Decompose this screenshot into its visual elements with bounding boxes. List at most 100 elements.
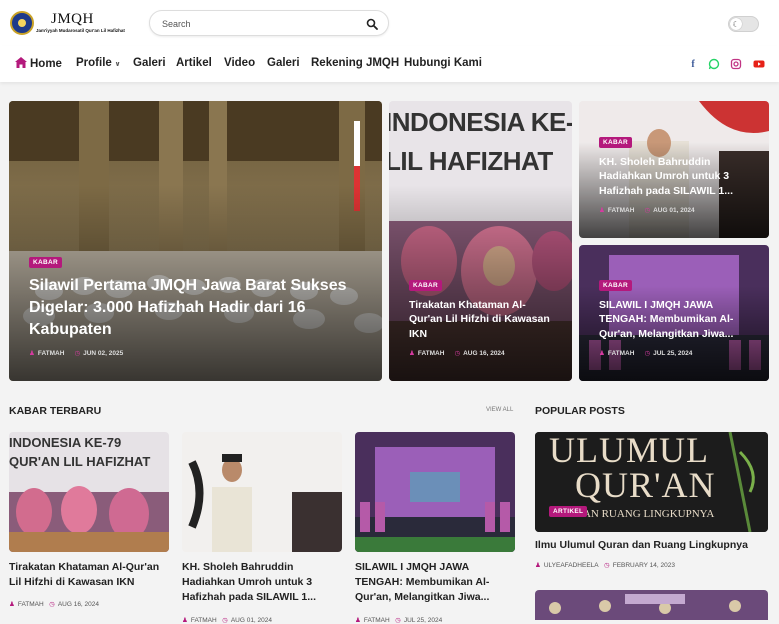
clock-icon: ◷ — [644, 207, 651, 214]
card-title[interactable]: KH. Sholeh Bahruddin Hadiahkan Umroh unt… — [182, 560, 342, 606]
post-author[interactable]: FATMAH — [608, 350, 635, 357]
category-badge[interactable]: KABAR — [409, 279, 442, 291]
hero-card-3-text: KABAR KH. Sholeh Bahruddin Hadiahkan Umr… — [599, 131, 755, 214]
popular-image-next — [535, 590, 768, 620]
post-date: AUG 16, 2024 — [463, 350, 505, 357]
clock-icon: ◷ — [644, 350, 651, 357]
post-date: JUL 25, 2024 — [653, 350, 693, 357]
hero-card-4-title[interactable]: SILAWIL I JMQH JAWA TENGAH: Membumikan A… — [599, 298, 755, 341]
post-author[interactable]: FATMAH — [191, 617, 217, 624]
popular-post[interactable]: ULUMUL QUR'AN DAN RUANG LINGKUPNYA ARTIK… — [535, 432, 768, 569]
user-icon: ♟ — [355, 616, 361, 624]
hero-main-card[interactable]: KABAR Silawil Pertama JMQH Jawa Barat Su… — [9, 101, 382, 381]
card-thumbnail[interactable] — [182, 432, 342, 552]
popular-thumbnail[interactable]: ULUMUL QUR'AN DAN RUANG LINGKUPNYA ARTIK… — [535, 432, 768, 532]
logo-title: JMQH — [51, 11, 94, 27]
facebook-icon[interactable]: f — [687, 58, 699, 70]
post-meta: ♟ FATMAH ◷ AUG 01, 2024 — [599, 206, 755, 214]
post-meta: ♟ FATMAH ◷ AUG 16, 2024 — [9, 600, 169, 608]
post-meta: ♟ FATMAH ◷ JUN 02, 2025 — [29, 349, 368, 357]
nav-item-galeri-2[interactable]: Galeri — [267, 57, 300, 69]
category-badge[interactable]: KABAR — [599, 136, 632, 148]
nav-item-rekening[interactable]: Rekening JMQH — [311, 57, 399, 69]
nav-item-label: Galeri — [133, 57, 166, 69]
user-icon: ♟ — [182, 616, 188, 624]
post-meta: ♟ ULYEAFADHEELA ◷ FEBRUARY 14, 2023 — [535, 561, 768, 569]
nav-item-label: Home — [30, 58, 62, 70]
clock-icon: ◷ — [49, 601, 55, 609]
dark-mode-toggle[interactable]: ☾ — [728, 16, 759, 32]
nav-item-artikel[interactable]: Artikel — [176, 57, 212, 69]
card-title[interactable]: SILAWIL I JMQH JAWA TENGAH: Membumikan A… — [355, 560, 515, 606]
search-bar — [149, 10, 389, 36]
search-icon[interactable] — [366, 18, 378, 30]
post-author[interactable]: FATMAH — [18, 601, 44, 608]
nav-item-galeri[interactable]: Galeri — [133, 57, 166, 69]
nav-item-profile[interactable]: Profile ∨ — [76, 57, 120, 69]
whatsapp-icon[interactable] — [708, 58, 720, 70]
nav-item-home[interactable]: Home — [15, 57, 62, 70]
search-input[interactable] — [162, 16, 352, 32]
user-icon: ♟ — [29, 350, 35, 357]
clock-icon: ◷ — [222, 616, 228, 624]
hero-card-2[interactable]: INDONESIA KE-79 LIL HAFIZHAT KABAR Tirak… — [389, 101, 572, 381]
hero-card-2-text: KABAR Tirakatan Khataman Al-Qur'an Lil H… — [409, 274, 558, 357]
hero-card-2-title[interactable]: Tirakatan Khataman Al-Qur'an Lil Hifzhi … — [409, 298, 558, 341]
youtube-icon[interactable] — [753, 58, 765, 70]
top-bar: JMQH Jam'iyyah Mudarosatil Qur'an Lil Ha… — [0, 0, 779, 46]
hero-card-3[interactable]: KABAR KH. Sholeh Bahruddin Hadiahkan Umr… — [579, 101, 769, 238]
post-meta: ♟ FATMAH ◷ JUL 25, 2024 — [599, 349, 755, 357]
site-logo[interactable]: JMQH Jam'iyyah Mudarosatil Qur'an Lil Ha… — [10, 9, 125, 39]
hero-card-2-banner: INDONESIA KE-79 LIL HAFIZHAT — [389, 107, 572, 176]
nav-item-hubungi[interactable]: Hubungi Kami — [404, 57, 482, 69]
post-author[interactable]: FATMAH — [608, 207, 635, 214]
nav-item-label: Rekening JMQH — [311, 57, 400, 69]
user-icon: ♟ — [9, 601, 15, 609]
post-date: FEBRUARY 14, 2023 — [612, 562, 675, 569]
home-icon — [15, 57, 27, 68]
nav-item-video[interactable]: Video — [224, 57, 255, 69]
latest-card[interactable]: INDONESIA KE-79 QUR'AN LIL HAFIZHAT Tira… — [9, 432, 169, 608]
post-meta: ♟ FATMAH ◷ AUG 16, 2024 — [409, 349, 558, 357]
view-all-link[interactable]: VIEW ALL — [486, 407, 513, 413]
latest-card[interactable]: SILAWIL I JMQH JAWA TENGAH: Membumikan A… — [355, 432, 515, 624]
post-author[interactable]: FATMAH — [418, 350, 445, 357]
hero-main-text: KABAR Silawil Pertama JMQH Jawa Barat Su… — [29, 251, 368, 357]
category-badge[interactable]: ARTIKEL — [549, 506, 588, 517]
user-icon: ♟ — [535, 562, 541, 569]
hero-main-title[interactable]: Silawil Pertama JMQH Jawa Barat Sukses D… — [29, 275, 368, 341]
popular-image-word-2: QUR'AN — [575, 465, 716, 505]
nav-item-label: Profile — [76, 57, 112, 69]
post-author[interactable]: ULYEAFADHEELA — [544, 562, 599, 569]
nav-item-label: Artikel — [176, 57, 212, 69]
clock-icon: ◷ — [604, 562, 610, 569]
user-icon: ♟ — [599, 207, 605, 214]
card-thumbnail[interactable]: INDONESIA KE-79 QUR'AN LIL HAFIZHAT — [9, 432, 169, 552]
card-image — [182, 432, 342, 552]
popular-image-subtitle: DAN RUANG LINGKUPNYA — [575, 508, 715, 520]
category-badge[interactable]: KABAR — [29, 256, 62, 268]
post-date: AUG 01, 2024 — [653, 207, 695, 214]
category-badge[interactable]: KABAR — [599, 279, 632, 291]
post-author[interactable]: FATMAH — [38, 350, 65, 357]
popular-thumbnail-next[interactable] — [535, 590, 768, 620]
post-date: JUL 25, 2024 — [403, 616, 443, 624]
clock-icon: ◷ — [74, 350, 81, 357]
popular-post-title[interactable]: Ilmu Ulumul Quran dan Ruang Lingkupnya — [535, 539, 768, 551]
main-nav: Home Profile ∨ Galeri Artikel Video Galer… — [0, 46, 779, 82]
hero-card-4[interactable]: KABAR SILAWIL I JMQH JAWA TENGAH: Membum… — [579, 245, 769, 381]
logo-subtitle: Jam'iyyah Mudarosatil Qur'an Lil Hafizha… — [36, 28, 125, 33]
card-title[interactable]: Tirakatan Khataman Al-Qur'an Lil Hifzhi … — [9, 560, 169, 590]
user-icon: ♟ — [599, 350, 605, 357]
user-icon: ♟ — [409, 350, 415, 357]
card-thumbnail[interactable] — [355, 432, 515, 552]
nav-item-label: Galeri — [267, 57, 300, 69]
latest-card[interactable]: KH. Sholeh Bahruddin Hadiahkan Umroh unt… — [182, 432, 342, 624]
post-date: AUG 01, 2024 — [230, 616, 273, 624]
instagram-icon[interactable] — [730, 58, 742, 70]
nav-item-label: Video — [224, 57, 256, 69]
moon-icon: ☾ — [730, 18, 742, 30]
hero-card-3-title[interactable]: KH. Sholeh Bahruddin Hadiahkan Umroh unt… — [599, 155, 755, 198]
nav-item-label: Hubungi Kami — [404, 57, 482, 69]
post-author[interactable]: FATMAH — [364, 617, 390, 624]
